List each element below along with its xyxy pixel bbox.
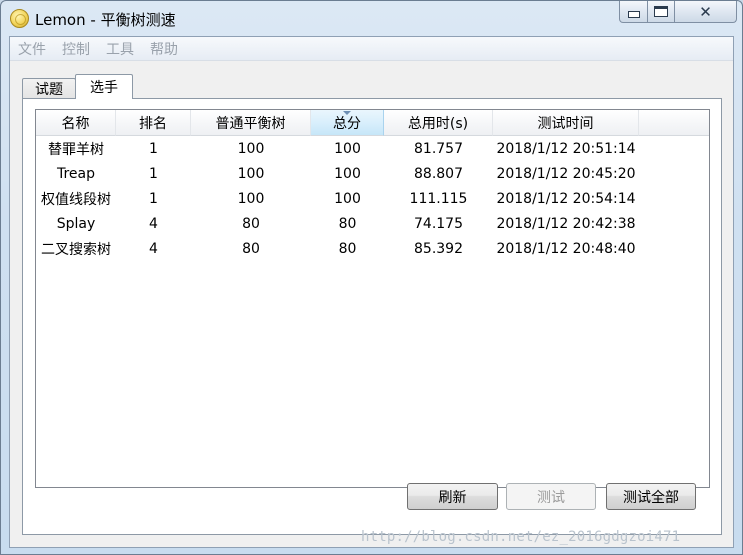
menu-control[interactable]: 控制 (62, 39, 90, 59)
cell-total-score: 100 (334, 190, 361, 207)
cell-problem-score: 80 (242, 240, 260, 257)
table-row[interactable]: Treap 1 100 100 88.807 2018/1/12 20:45:20 (36, 161, 709, 186)
cell-total-score: 80 (338, 215, 357, 232)
title-bar[interactable]: Lemon - 平衡树测速 ✕ (1, 1, 742, 35)
cell-total-time: 88.807 (414, 165, 463, 182)
cell-problem-score: 80 (242, 215, 260, 232)
column-header-total-score-label: 总分 (333, 115, 361, 132)
contestants-panel: 名称 排名 普通平衡树 总分 总用时(s) 测试时间 替罪羊树 1 100 100 81… (22, 98, 722, 535)
cell-test-time: 2018/1/12 20:54:14 (496, 190, 636, 207)
lemon-app-icon[interactable] (10, 9, 29, 28)
column-header-test-time[interactable]: 测试时间 (493, 110, 639, 136)
column-header-filler (639, 110, 709, 136)
cell-test-time: 2018/1/12 20:48:40 (496, 240, 636, 257)
table-row[interactable]: 替罪羊树 1 100 100 81.757 2018/1/12 20:51:14 (36, 136, 709, 161)
cell-total-score: 100 (334, 140, 361, 157)
caption-buttons: ✕ (619, 1, 737, 23)
menu-bar: 文件 控制 工具 帮助 (10, 37, 733, 61)
table-row[interactable]: 二叉搜索树 4 80 80 85.392 2018/1/12 20:48:40 (36, 236, 709, 261)
cell-name: 替罪羊树 (48, 141, 104, 158)
table-row[interactable]: Splay 4 80 80 74.175 2018/1/12 20:42:38 (36, 211, 709, 236)
cell-test-time: 2018/1/12 20:45:20 (496, 165, 636, 182)
tab-contestants[interactable]: 选手 (75, 74, 133, 99)
cell-total-time: 74.175 (414, 215, 463, 232)
table-body: 替罪羊树 1 100 100 81.757 2018/1/12 20:51:14 Treap… (36, 136, 709, 261)
column-header-total-time[interactable]: 总用时(s) (384, 110, 493, 136)
menu-tools[interactable]: 工具 (106, 39, 134, 59)
tab-bar: 试题 选手 (22, 74, 133, 99)
cell-name: Treap (56, 165, 96, 182)
refresh-button[interactable]: 刷新 (407, 483, 498, 510)
cell-rank: 1 (149, 140, 158, 157)
column-header-problem[interactable]: 普通平衡树 (191, 110, 311, 136)
column-header-rank[interactable]: 排名 (116, 110, 191, 136)
cell-rank: 4 (149, 240, 158, 257)
cell-rank: 4 (149, 215, 158, 232)
sort-descending-icon (343, 111, 351, 115)
cell-total-score: 80 (338, 240, 357, 257)
column-header-total-score[interactable]: 总分 (311, 110, 384, 136)
window-title: Lemon - 平衡树测速 (35, 11, 176, 29)
cell-total-time: 111.115 (409, 190, 468, 207)
results-table: 名称 排名 普通平衡树 总分 总用时(s) 测试时间 替罪羊树 1 100 100 81… (35, 109, 710, 488)
table-row[interactable]: 权值线段树 1 100 100 111.115 2018/1/12 20:54:14 (36, 186, 709, 211)
cell-rank: 1 (149, 190, 158, 207)
maximize-icon (654, 6, 668, 17)
minimize-icon (627, 11, 640, 18)
maximize-button[interactable] (648, 1, 675, 23)
tab-problems[interactable]: 试题 (22, 78, 76, 99)
table-header: 名称 排名 普通平衡树 总分 总用时(s) 测试时间 (36, 110, 709, 136)
cell-problem-score: 100 (237, 165, 265, 182)
cell-rank: 1 (149, 165, 158, 182)
cell-total-time: 81.757 (414, 140, 463, 157)
menu-help[interactable]: 帮助 (150, 39, 178, 59)
cell-problem-score: 100 (237, 140, 265, 157)
column-header-name[interactable]: 名称 (36, 110, 116, 136)
test-button[interactable]: 测试 (506, 483, 596, 510)
close-button[interactable]: ✕ (675, 1, 737, 23)
main-window: Lemon - 平衡树测速 ✕ 文件 控制 工具 帮助 试题 选手 名称 排名 … (0, 0, 743, 555)
cell-test-time: 2018/1/12 20:51:14 (496, 140, 636, 157)
menu-file[interactable]: 文件 (18, 39, 46, 59)
minimize-button[interactable] (619, 1, 648, 23)
cell-problem-score: 100 (237, 190, 265, 207)
test-all-button[interactable]: 测试全部 (606, 483, 696, 510)
cell-name: Splay (56, 215, 96, 232)
cell-name: 权值线段树 (41, 191, 111, 208)
cell-test-time: 2018/1/12 20:42:38 (496, 215, 636, 232)
watermark-text: http://blog.csdn.net/ez_2016gdgzoi471 (361, 529, 681, 545)
cell-total-time: 85.392 (414, 240, 463, 257)
cell-total-score: 100 (334, 165, 361, 182)
cell-name: 二叉搜索树 (41, 241, 111, 258)
close-icon: ✕ (699, 2, 712, 21)
client-area: 文件 控制 工具 帮助 试题 选手 名称 排名 普通平衡树 总分 总用时(s) (9, 36, 734, 548)
